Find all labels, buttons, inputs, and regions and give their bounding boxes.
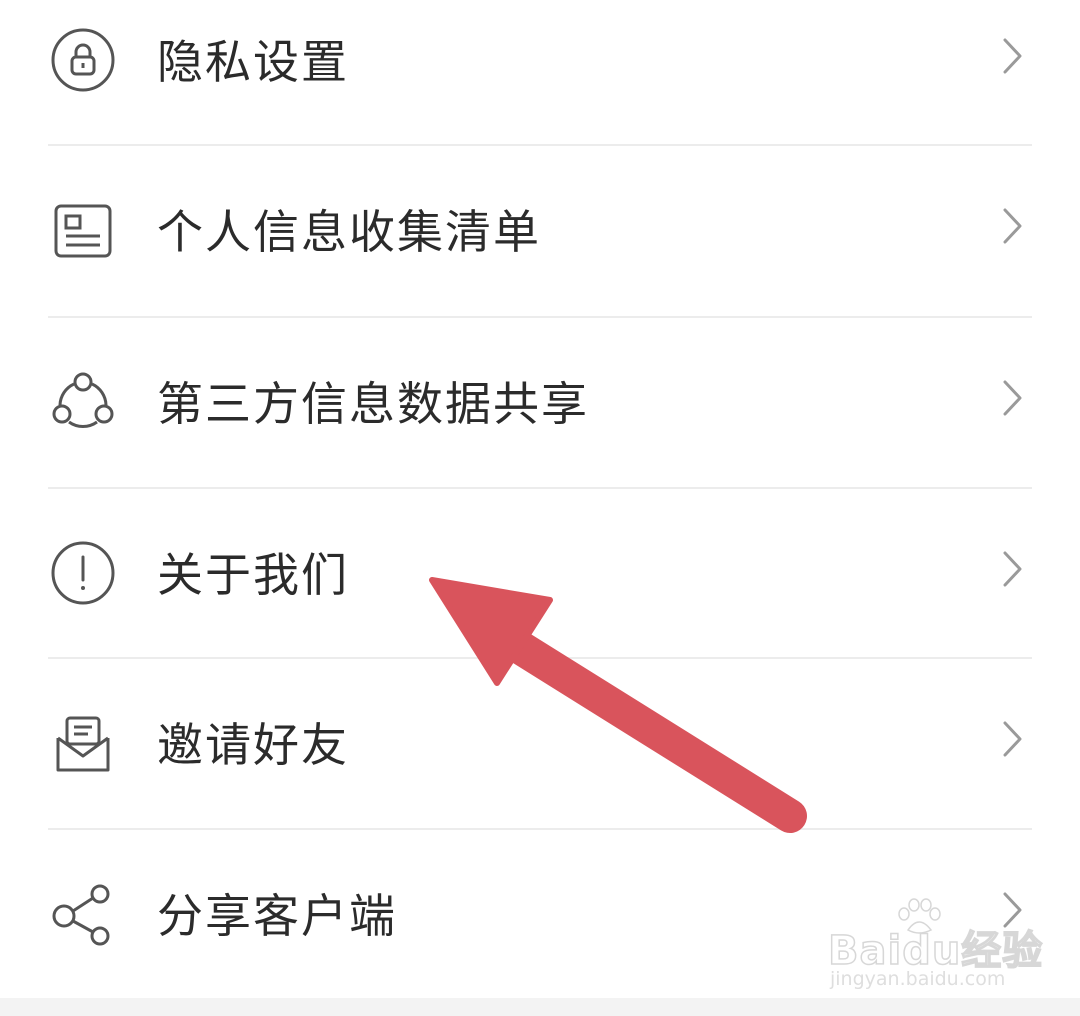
menu-item-label: 邀请好友 xyxy=(157,718,349,772)
menu-item-third-party-sharing[interactable]: 第三方信息数据共享 xyxy=(0,318,1080,464)
document-list-icon xyxy=(50,198,116,264)
menu-item-personal-info-list[interactable]: 个人信息收集清单 xyxy=(0,146,1080,292)
menu-item-about-us[interactable]: 关于我们 xyxy=(0,489,1080,635)
watermark-domain: jingyan.baidu.com xyxy=(830,968,1006,990)
chevron-right-icon xyxy=(998,376,1028,420)
share-icon xyxy=(50,882,116,948)
share-nodes-icon xyxy=(50,370,116,436)
menu-item-label: 关于我们 xyxy=(157,548,349,602)
menu-item-label: 隐私设置 xyxy=(157,35,349,89)
envelope-icon xyxy=(50,712,116,778)
chevron-right-icon xyxy=(998,34,1028,78)
menu-item-privacy-settings[interactable]: 隐私设置 xyxy=(0,0,1080,146)
menu-item-label: 分享客户端 xyxy=(157,889,397,943)
bottom-band xyxy=(0,998,1080,1016)
chevron-right-icon xyxy=(998,717,1028,761)
menu-item-label: 个人信息收集清单 xyxy=(157,205,541,259)
baidu-jingyan-watermark: Baidu经验 jingyan.baidu.com xyxy=(827,898,1043,994)
exclamation-circle-icon xyxy=(50,540,116,606)
lock-icon xyxy=(50,27,116,93)
chevron-right-icon xyxy=(998,204,1028,248)
menu-item-label: 第三方信息数据共享 xyxy=(157,377,589,431)
menu-item-invite-friends[interactable]: 邀请好友 xyxy=(0,659,1080,805)
chevron-right-icon xyxy=(998,547,1028,591)
